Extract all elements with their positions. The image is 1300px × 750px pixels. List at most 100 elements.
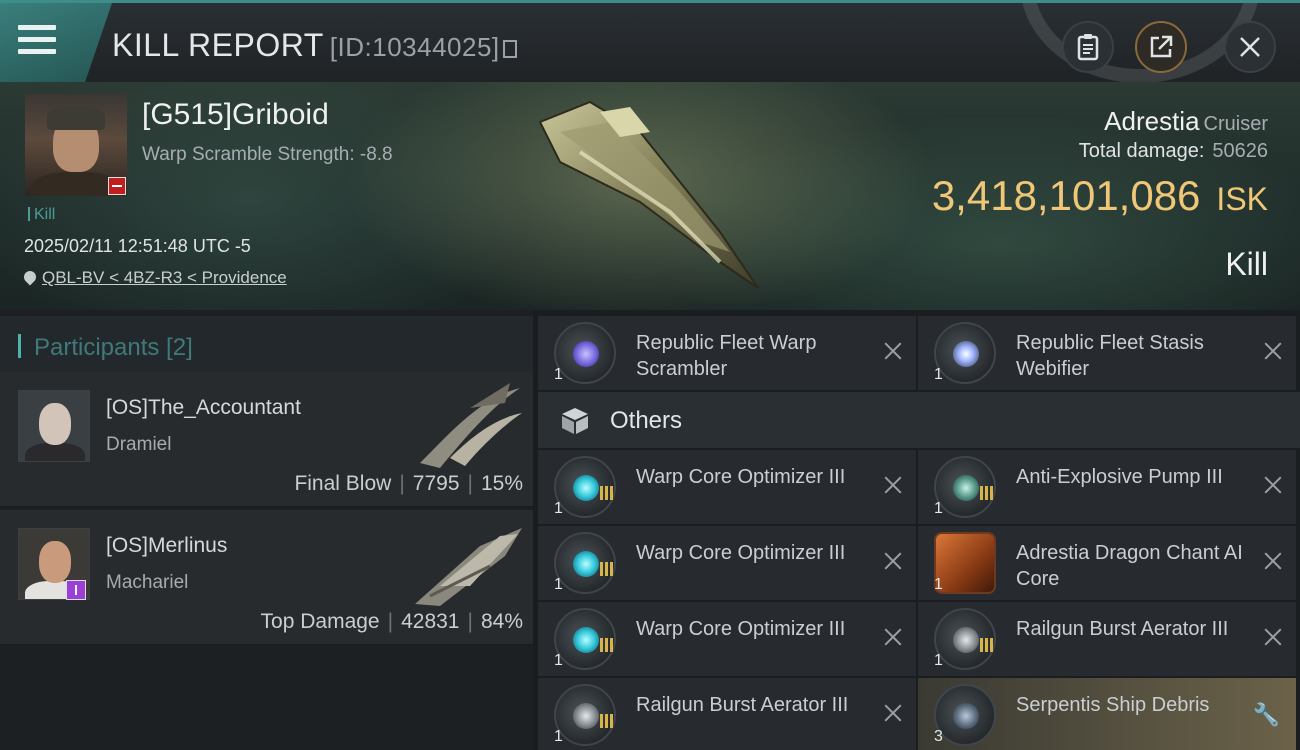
- copy-icon[interactable]: [502, 40, 517, 58]
- ship-name-text[interactable]: Adrestia: [1104, 106, 1199, 136]
- destroyed-icon: [884, 342, 902, 360]
- module-name: Serpentis Ship Debris: [1016, 694, 1210, 716]
- module-quantity: 1: [934, 366, 943, 383]
- victim-ship-name: Adrestia Cruiser: [1104, 106, 1268, 137]
- modules-panel: 1 Republic Fleet Warp Scrambler 1 Republ…: [538, 310, 1300, 750]
- module-name: Warp Core Optimizer III: [636, 618, 846, 640]
- location-pin-icon: [21, 268, 39, 286]
- participant-ship: Machariel: [106, 572, 189, 593]
- participant-ship: Dramiel: [106, 434, 172, 455]
- tier-three-icon: [600, 714, 616, 730]
- hostile-status-icon: [108, 177, 126, 195]
- victim-ship-image: [538, 100, 759, 289]
- ship-class: Cruiser: [1203, 113, 1268, 135]
- wrench-icon: 🔧: [1252, 702, 1280, 727]
- module-quantity: 3: [934, 728, 943, 745]
- module-item[interactable]: 1 Railgun Burst Aerator III: [918, 602, 1296, 676]
- export-icon: [1150, 35, 1173, 58]
- victim-name[interactable]: [G515]Griboid: [142, 98, 329, 132]
- location-link[interactable]: QBL-BV < 4BZ-R3 < Providence: [42, 268, 287, 287]
- module-item[interactable]: 1 Warp Core Optimizer III: [538, 602, 916, 676]
- clipboard-icon: [1077, 34, 1099, 61]
- total-damage-value: 50626: [1212, 140, 1268, 162]
- destroyed-icon: [1264, 476, 1282, 494]
- menu-icon: [18, 25, 56, 57]
- participant-avatar[interactable]: [18, 390, 90, 462]
- module-item[interactable]: 1 Adrestia Dragon Chant AI Core: [918, 526, 1296, 600]
- participants-title: Participants [2]: [34, 334, 193, 361]
- module-name: Warp Core Optimizer III: [636, 466, 846, 488]
- participant-name[interactable]: [OS]Merlinus: [106, 534, 227, 558]
- participant-row[interactable]: [OS]The_Accountant Dramiel Final Blow | 77…: [0, 372, 533, 508]
- tier-three-icon: [600, 638, 616, 654]
- module-quantity: 1: [554, 652, 563, 669]
- warp-scramble-strength: Warp Scramble Strength: -8.8: [142, 144, 393, 165]
- page-title: KILL REPORT [ID:10344025]: [112, 27, 517, 64]
- module-item[interactable]: 1 Anti-Explosive Pump III: [918, 450, 1296, 524]
- tier-three-icon: [980, 486, 996, 502]
- others-label: Others: [610, 407, 683, 434]
- participant-role: Final Blow: [294, 472, 392, 495]
- kill-result: Kill: [1225, 246, 1268, 282]
- tier-three-icon: [600, 562, 616, 578]
- module-quantity: 1: [554, 728, 563, 745]
- destroyed-icon: [1264, 628, 1282, 646]
- module-name: Warp Core Optimizer III: [636, 542, 846, 564]
- report-id: [ID:10344025]: [329, 32, 500, 62]
- module-quantity: 1: [554, 500, 563, 517]
- menu-button[interactable]: [0, 3, 112, 82]
- participant-ship-image: [420, 383, 522, 468]
- module-item[interactable]: 3 Serpentis Ship Debris 🔧: [918, 678, 1296, 750]
- cube-icon: [562, 408, 588, 434]
- title-bar: KILL REPORT [ID:10344025]: [0, 0, 1300, 83]
- participant-role: Top Damage: [260, 610, 380, 633]
- total-damage-label: Total damage:: [1078, 140, 1205, 162]
- isk-unit: ISK: [1216, 181, 1268, 217]
- participant-percent: 84%: [480, 610, 523, 633]
- module-name: Republic Fleet Stasis Webifier: [1016, 332, 1204, 380]
- participant-damage: 7795: [412, 472, 460, 495]
- tier-three-icon: [600, 486, 616, 502]
- victim-banner: [G515]Griboid Warp Scramble Strength: -8…: [0, 82, 1300, 310]
- participant-ship-image: [415, 528, 522, 606]
- ai-core-icon: [934, 532, 996, 594]
- module-item[interactable]: 1 Republic Fleet Warp Scrambler: [538, 316, 916, 390]
- module-quantity: 1: [934, 652, 943, 669]
- destroyed-icon: [884, 628, 902, 646]
- destroyed-icon: [884, 552, 902, 570]
- close-button[interactable]: [1224, 21, 1276, 73]
- export-button[interactable]: [1135, 21, 1187, 73]
- module-name: Railgun Burst Aerator III: [636, 694, 849, 716]
- participant-percent: 15%: [480, 472, 523, 495]
- participant-stats: Top Damage | 42831 | 84%: [260, 610, 523, 633]
- clipboard-button[interactable]: [1062, 21, 1114, 73]
- stasis-webifier-icon: [934, 322, 996, 384]
- security-status-icon: [66, 580, 86, 600]
- module-item[interactable]: 1 Warp Core Optimizer III: [538, 526, 916, 600]
- module-quantity: 1: [934, 500, 943, 517]
- module-quantity: 1: [554, 366, 563, 383]
- total-damage: Total damage: 50626: [1079, 140, 1268, 163]
- module-name: Railgun Burst Aerator III: [1016, 618, 1229, 640]
- warp-scrambler-icon: [554, 322, 616, 384]
- module-item[interactable]: 1 Warp Core Optimizer III: [538, 450, 916, 524]
- ship-debris-icon: [934, 684, 996, 746]
- module-item[interactable]: 1 Republic Fleet Stasis Webifier: [918, 316, 1296, 390]
- isk-amount: 3,418,101,086: [931, 172, 1201, 219]
- participant-damage: 42831: [401, 610, 460, 633]
- module-item[interactable]: 1 Railgun Burst Aerator III: [538, 678, 916, 750]
- module-name: Republic Fleet Warp Scrambler: [636, 332, 817, 380]
- destroyed-icon: [884, 704, 902, 722]
- participant-stats: Final Blow | 7795 | 15%: [294, 472, 523, 495]
- participants-panel: Participants [2] [OS]The_Accountant Dram…: [0, 310, 533, 750]
- close-icon: [1240, 37, 1260, 57]
- module-name: Adrestia Dragon Chant AI Core: [1016, 542, 1243, 590]
- isk-value: 3,418,101,086 ISK: [932, 172, 1268, 220]
- kill-location[interactable]: QBL-BV < 4BZ-R3 < Providence: [21, 268, 287, 288]
- participant-row[interactable]: [OS]Merlinus Machariel Top Damage | 42831 |…: [0, 510, 533, 646]
- destroyed-icon: [1264, 342, 1282, 360]
- participant-name[interactable]: [OS]The_Accountant: [106, 396, 301, 420]
- module-quantity: 1: [554, 576, 563, 593]
- others-section-header: Others: [538, 392, 1300, 448]
- kill-datetime: 2025/02/11 12:51:48 UTC -5: [24, 236, 251, 256]
